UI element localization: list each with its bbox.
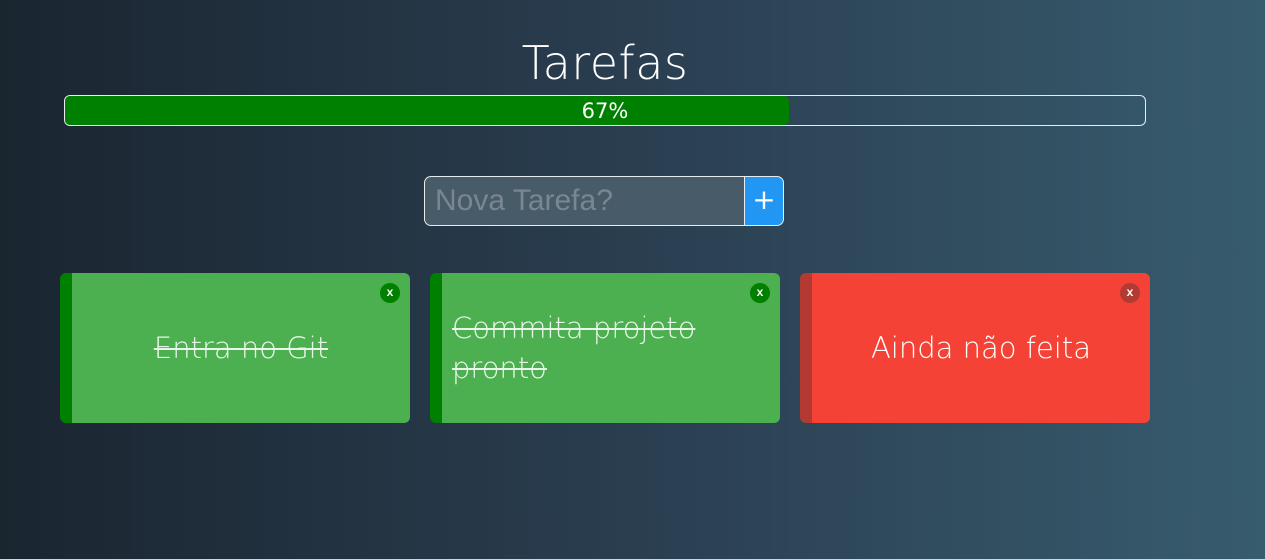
task-card[interactable]: x Ainda não feita <box>800 273 1150 423</box>
task-card[interactable]: x Entra no Git <box>60 273 410 423</box>
new-task-input[interactable] <box>424 176 744 226</box>
close-icon[interactable]: x <box>380 283 400 303</box>
progress-bar: 67% <box>64 95 1146 126</box>
page-title: Tarefas <box>521 36 689 90</box>
task-text: Entra no Git <box>153 331 329 365</box>
task-text: Commita projeto pronto <box>452 311 696 385</box>
add-task-button[interactable]: + <box>744 176 784 226</box>
task-text: Ainda não feita <box>870 331 1092 365</box>
progress-label: 67% <box>581 99 629 123</box>
new-task-form: + <box>424 176 784 226</box>
task-card[interactable]: x Commita projeto pronto <box>430 273 780 423</box>
close-icon[interactable]: x <box>1120 283 1140 303</box>
close-icon[interactable]: x <box>750 283 770 303</box>
task-list: x Entra no Git x Commita projeto pronto … <box>60 273 1170 423</box>
